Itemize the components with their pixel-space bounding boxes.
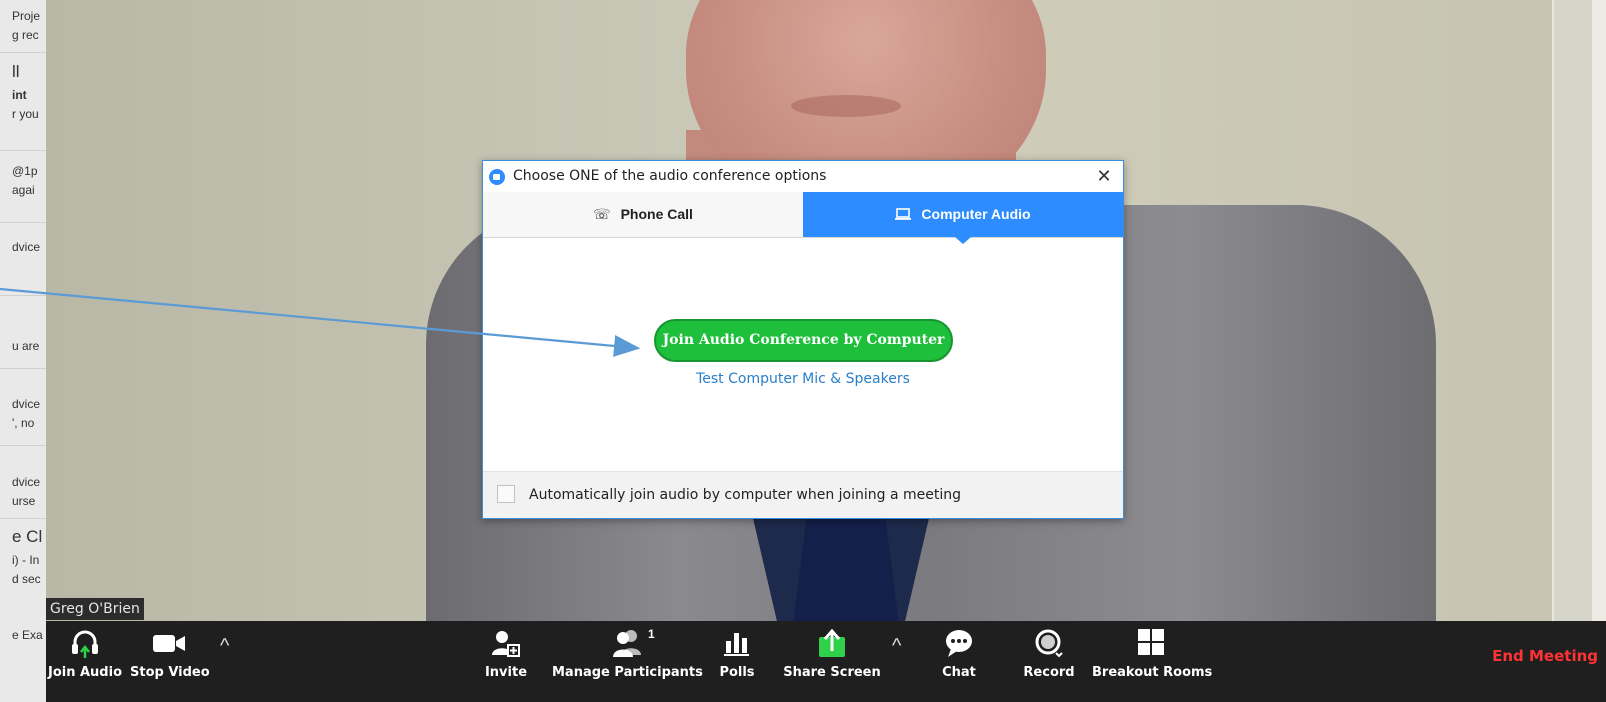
invite-button[interactable]: Invite: [480, 621, 532, 702]
share-screen-icon: [819, 628, 845, 657]
background-app-strip: Proje g rec ll int r you @1p agai dvice …: [0, 0, 47, 702]
laptop-icon: [895, 192, 912, 237]
meeting-toolbar: Join Audio Stop Video ^ Invite 1 Manage …: [46, 621, 1606, 702]
stop-video-button[interactable]: Stop Video: [130, 621, 210, 702]
left-strip-text: u are: [12, 339, 40, 353]
join-audio-by-computer-button[interactable]: Join Audio Conference by Computer: [654, 319, 953, 362]
tab-phone-call[interactable]: ☏ Phone Call: [483, 192, 803, 237]
polls-button[interactable]: Polls: [712, 621, 762, 702]
left-strip-text: e Cl: [12, 527, 43, 546]
audio-conference-dialog: Choose ONE of the audio conference optio…: [482, 160, 1124, 519]
polls-icon: [724, 633, 749, 656]
breakout-rooms-icon: [1138, 629, 1164, 655]
chat-button[interactable]: Chat: [926, 621, 992, 702]
left-strip-text: @1p: [12, 164, 38, 178]
manage-participants-button[interactable]: 1 Manage Participants: [552, 621, 703, 702]
left-strip-text: urse: [12, 494, 36, 508]
left-strip-text: dvice: [12, 397, 41, 411]
invite-icon: [492, 631, 520, 657]
left-strip-text: int: [12, 88, 27, 102]
left-strip-text: i) - In: [12, 553, 40, 567]
audio-option-tabs: ☏ Phone Call Computer Audio: [483, 192, 1123, 244]
left-strip-text: dvice: [12, 240, 41, 254]
video-options-caret[interactable]: ^: [220, 635, 229, 658]
auto-join-label: Automatically join audio by computer whe…: [529, 487, 962, 503]
share-options-caret[interactable]: ^: [892, 635, 901, 658]
participant-name-label: Greg O'Brien: [46, 598, 144, 620]
dialog-title: Choose ONE of the audio conference optio…: [513, 168, 827, 184]
headphones-icon: [72, 630, 98, 658]
breakout-rooms-button[interactable]: Breakout Rooms: [1092, 621, 1212, 702]
close-icon[interactable]: ✕: [1093, 165, 1115, 187]
left-strip-text: agai: [12, 183, 35, 197]
record-button[interactable]: Record: [1016, 621, 1082, 702]
tab-computer-audio[interactable]: Computer Audio: [803, 192, 1123, 244]
left-strip-text: dvice: [12, 475, 41, 489]
left-strip-text: ', no: [12, 416, 35, 430]
zoom-app-icon: [489, 169, 505, 185]
left-strip-text: Proje: [12, 9, 41, 23]
end-meeting-button[interactable]: End Meeting: [1492, 647, 1598, 665]
left-strip-text: ll: [12, 62, 20, 81]
auto-join-checkbox[interactable]: [497, 485, 515, 503]
tab-label: Computer Audio: [921, 206, 1031, 222]
join-audio-button[interactable]: Join Audio: [46, 621, 124, 702]
dialog-titlebar: Choose ONE of the audio conference optio…: [483, 161, 1123, 192]
left-strip-text: e Exa: [12, 628, 43, 642]
participants-icon: [613, 630, 641, 657]
participant-count-badge: 1: [648, 627, 655, 641]
record-icon: [1035, 629, 1063, 658]
phone-icon: ☏: [593, 206, 611, 222]
test-mic-speakers-link[interactable]: Test Computer Mic & Speakers: [483, 371, 1123, 387]
left-strip-text: r you: [12, 107, 39, 121]
share-screen-button[interactable]: Share Screen: [782, 621, 882, 702]
chat-icon: [946, 630, 972, 657]
tab-label: Phone Call: [620, 206, 693, 222]
left-strip-text: d sec: [12, 572, 41, 586]
left-strip-text: g rec: [12, 28, 39, 42]
video-camera-icon: [153, 635, 185, 652]
dialog-footer: Automatically join audio by computer whe…: [483, 471, 1123, 518]
